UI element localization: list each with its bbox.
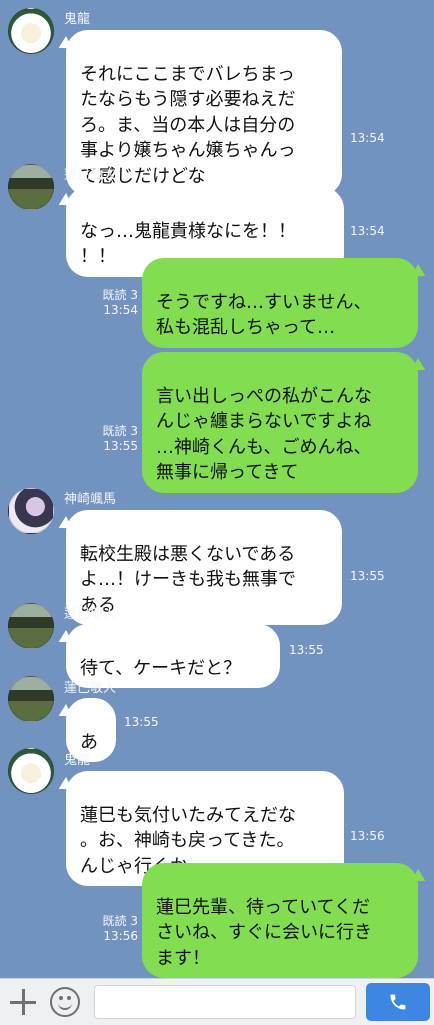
message-meta: 既読 3 13:56: [88, 914, 138, 944]
sender-name: 神崎颯馬: [64, 492, 117, 507]
avatar-hasumi[interactable]: [8, 676, 54, 722]
outgoing-message-bubble[interactable]: そうですね…すいません、 私も混乱しちゃって…: [142, 258, 418, 348]
smile-icon[interactable]: [50, 987, 80, 1017]
outgoing-message-bubble[interactable]: 言い出しっぺの私がこんな んじゃ纏まらないですよね …神崎くんも、ごめんね、 無…: [142, 352, 418, 493]
chat-area[interactable]: 鬼龍 それにここまでバレちまっ たならもう隠す必要ねえだ ろ。ま、当の本人は自分…: [0, 0, 434, 978]
message-text: 待て、ケーキだと？: [80, 657, 242, 679]
call-button[interactable]: [366, 983, 430, 1021]
read-receipt: 既読 3: [102, 914, 138, 928]
avatar-hasumi[interactable]: [8, 603, 54, 649]
message-text: 蓮巳先輩、待っていてくだ さいね、すぐに会いに行き ます！: [156, 896, 372, 969]
phone-icon: [390, 994, 406, 1010]
read-receipt: 既読 3: [102, 288, 138, 302]
message-time: 13:56: [103, 929, 138, 943]
smile-eye: [67, 996, 71, 1000]
avatar-kiryu[interactable]: [8, 748, 54, 794]
message-time: 13:55: [350, 569, 385, 583]
smile-mouth: [58, 1001, 72, 1010]
read-receipt: 既読 3: [102, 424, 138, 438]
message-meta: 既読 3 13:55: [88, 424, 138, 454]
message-text: そうですね…すいません、 私も混乱しちゃって…: [156, 291, 372, 339]
message-time: 13:55: [124, 715, 159, 729]
avatar-hasumi[interactable]: [8, 164, 54, 210]
outgoing-message-bubble[interactable]: 蓮巳先輩、待っていてくだ さいね、すぐに会いに行き ます！: [142, 863, 418, 978]
message-time: 13:54: [350, 224, 385, 238]
message-text: 言い出しっぺの私がこんな んじゃ纏まらないですよね …神崎くんも、ごめんね、 無…: [156, 385, 372, 484]
sender-name: 蓮巳敬人: [64, 168, 117, 183]
message-time: 13:56: [350, 829, 385, 843]
sender-name: 鬼龍: [64, 753, 91, 768]
plus-icon[interactable]: [10, 989, 36, 1015]
input-bar: [0, 978, 434, 1025]
sender-name: 蓮巳敬人: [64, 681, 117, 696]
message-input[interactable]: [94, 985, 356, 1019]
message-time: 13:54: [350, 131, 385, 145]
message-time: 13:55: [103, 439, 138, 453]
avatar-kiryu[interactable]: [8, 8, 54, 54]
message-meta: 既読 3 13:54: [88, 288, 138, 318]
sender-name: 鬼龍: [64, 12, 91, 27]
smile-eye: [59, 996, 63, 1000]
message-time: 13:54: [103, 303, 138, 317]
sender-name: 蓮巳敬人: [64, 607, 117, 622]
avatar-kanzaki[interactable]: [8, 488, 54, 534]
message-time: 13:55: [289, 643, 324, 657]
